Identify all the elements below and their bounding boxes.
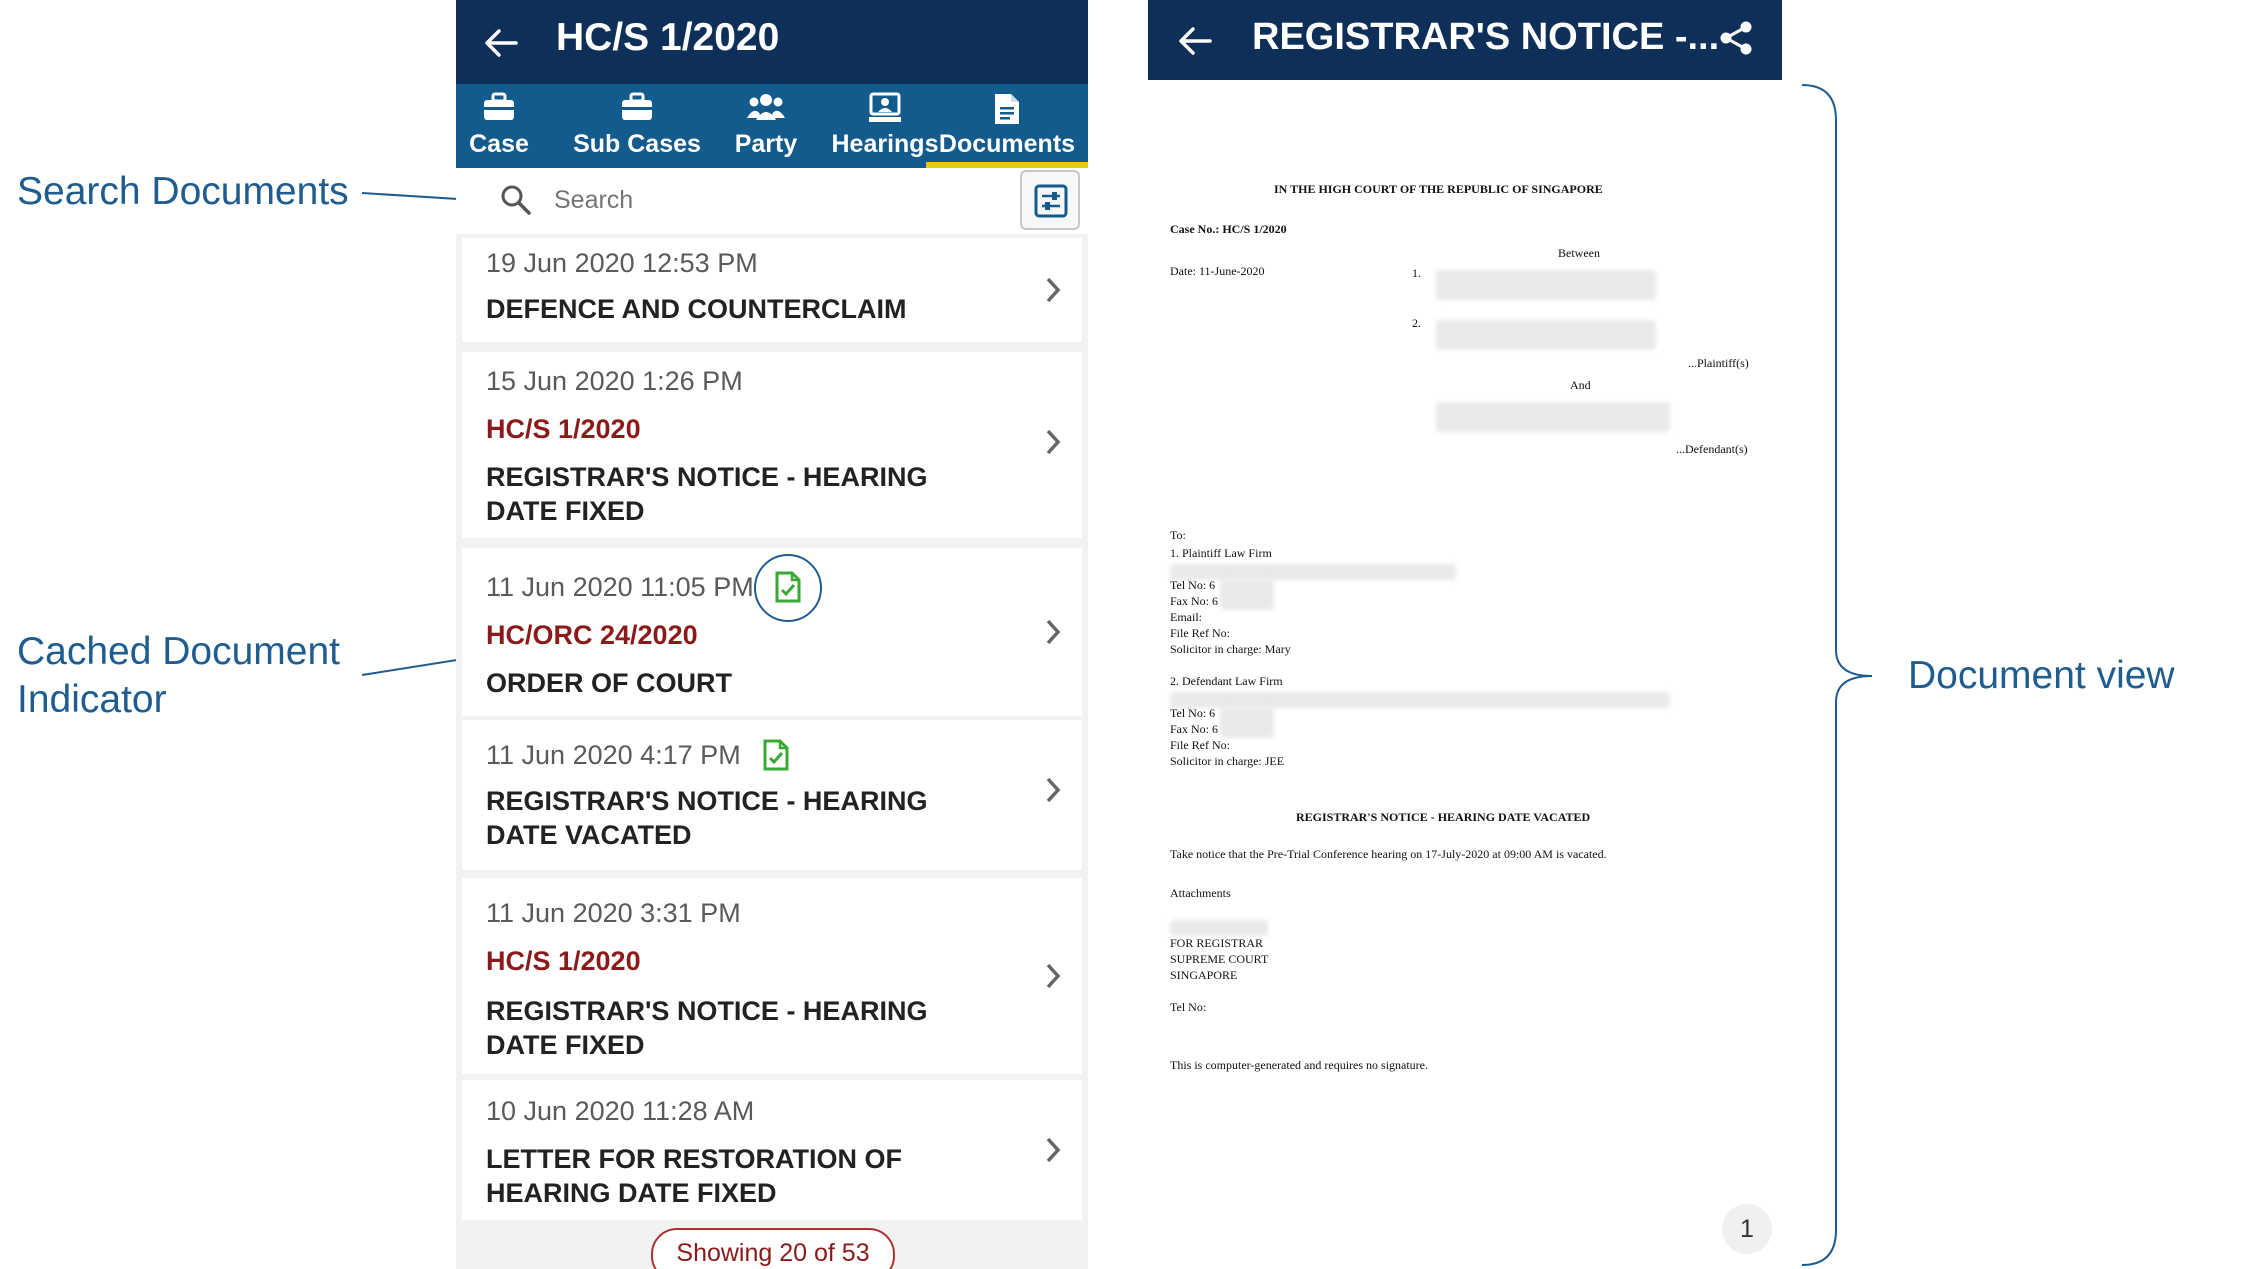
document-title: REGISTRAR'S NOTICE - HEARING DATE FIXED: [486, 462, 928, 526]
search-bar: [456, 168, 1088, 234]
document-view-brace: [1801, 84, 1873, 1266]
phone-document-viewer: REGISTRAR'S NOTICE -... IN THE HIGH COUR…: [1148, 0, 1782, 1269]
page-title: HC/S 1/2020: [556, 16, 780, 59]
document-date: 10 Jun 2020 11:28 AM: [486, 1096, 755, 1126]
chevron-right-icon: [1046, 1137, 1061, 1163]
search-input[interactable]: [552, 178, 992, 222]
doc-plaintiff-email: Email:: [1170, 610, 1202, 624]
doc-attachments: Attachments: [1170, 886, 1231, 900]
document-title: LETTER FOR RESTORATION OF HEARING DATE F…: [486, 1144, 902, 1208]
page-number-badge: 1: [1722, 1204, 1772, 1254]
document-page[interactable]: IN THE HIGH COURT OF THE REPUBLIC OF SIN…: [1148, 80, 1782, 1269]
chevron-right-icon: [1046, 429, 1061, 455]
document-title: REGISTRAR'S NOTICE - HEARING DATE VACATE…: [486, 786, 928, 850]
document-date: 15 Jun 2020 1:26 PM: [486, 366, 743, 396]
back-arrow-icon[interactable]: [1178, 26, 1212, 56]
document-title: REGISTRAR'S NOTICE - HEARING DATE FIXED: [486, 996, 928, 1060]
doc-body: Take notice that the Pre-Trial Conferenc…: [1170, 847, 1607, 861]
cached-document-icon: [763, 739, 789, 771]
cached-indicator-highlight: [754, 554, 822, 622]
redacted-text: [1220, 580, 1274, 610]
redacted-text: [1436, 270, 1656, 300]
doc-defendants: ...Defendant(s): [1676, 442, 1748, 456]
filter-settings-icon: [1034, 184, 1068, 218]
doc-plaintiff-firm: 1. Plaintiff Law Firm: [1170, 546, 1272, 560]
doc-to: To:: [1170, 528, 1186, 542]
chevron-right-icon: [1046, 777, 1061, 803]
doc-plaintiff-solicitor: Solicitor in charge: Mary: [1170, 642, 1291, 656]
document-date: 11 Jun 2020 11:05 PM: [486, 572, 754, 602]
doc-for-registrar: FOR REGISTRAR: [1170, 936, 1264, 950]
doc-plaintiff-tel: Tel No: 6: [1170, 578, 1216, 592]
document-title: REGISTRAR'S NOTICE -...: [1252, 16, 1720, 58]
briefcase-icon: [622, 92, 652, 120]
document-case-number: HC/ORC 24/2020: [486, 620, 698, 650]
doc-case-no: Case No.: HC/S 1/2020: [1170, 222, 1287, 236]
document-date: 11 Jun 2020 4:17 PM: [486, 740, 741, 770]
doc-defendant-firm: 2. Defendant Law Firm: [1170, 674, 1283, 688]
tab-label: Sub Cases: [573, 130, 701, 158]
doc-defendant-solicitor: Solicitor in charge: JEE: [1170, 754, 1285, 768]
doc-tel: Tel No:: [1170, 1000, 1207, 1014]
tab-case[interactable]: Case: [456, 84, 542, 168]
filter-button[interactable]: [1020, 170, 1080, 230]
cached-document-icon: [775, 571, 801, 603]
list-item[interactable]: 15 Jun 2020 1:26 PM HC/S 1/2020 REGISTRA…: [462, 352, 1082, 538]
tab-sub-cases[interactable]: Sub Cases: [552, 84, 722, 168]
doc-heading: REGISTRAR'S NOTICE - HEARING DATE VACATE…: [1296, 810, 1591, 824]
tab-label: Case: [469, 130, 529, 158]
doc-footer: This is computer-generated and requires …: [1170, 1058, 1429, 1072]
redacted-text: [1170, 692, 1670, 708]
document-title: DEFENCE AND COUNTERCLAIM: [486, 294, 907, 324]
redacted-text: [1170, 920, 1268, 936]
doc-plaintiffs: ...Plaintiff(s): [1688, 356, 1749, 370]
tab-label: Documents: [938, 130, 1076, 158]
tab-documents[interactable]: Documents: [926, 84, 1088, 168]
briefcase-icon: [484, 92, 514, 120]
doc-plaintiff-ref: File Ref No:: [1170, 626, 1230, 640]
share-icon[interactable]: [1718, 20, 1754, 56]
doc-plaintiff-fax: Fax No: 6: [1170, 594, 1218, 608]
redacted-text: [1436, 320, 1656, 350]
back-arrow-icon[interactable]: [484, 28, 518, 58]
chevron-right-icon: [1046, 619, 1061, 645]
document-case-number: HC/S 1/2020: [486, 414, 641, 444]
showing-count-badge: Showing 20 of 53: [651, 1228, 895, 1269]
doc-party-num: 1.: [1412, 266, 1421, 280]
doc-defendant-fax: Fax No: 6: [1170, 722, 1218, 736]
chevron-right-icon: [1046, 963, 1061, 989]
annotation-lines: [361, 84, 1873, 1266]
list-item[interactable]: 19 Jun 2020 12:53 PM DEFENCE AND COUNTER…: [462, 238, 1082, 342]
people-icon: [747, 94, 785, 120]
document-date: 19 Jun 2020 12:53 PM: [486, 248, 758, 278]
document-icon: [995, 94, 1019, 124]
doc-defendant-tel: Tel No: 6: [1170, 706, 1216, 720]
document-date: 11 Jun 2020 3:31 PM: [486, 898, 741, 928]
judge-icon: [869, 92, 901, 122]
doc-singapore: SINGAPORE: [1170, 968, 1238, 982]
phone-document-list: HC/S 1/2020 Case Sub Cases Party Hearing…: [456, 0, 1088, 1269]
doc-between: Between: [1558, 246, 1600, 260]
search-icon[interactable]: [500, 184, 532, 216]
viewer-header: REGISTRAR'S NOTICE -...: [1148, 0, 1782, 80]
doc-date: Date: 11-June-2020: [1170, 264, 1265, 278]
tab-bar: Case Sub Cases Party Hearings Documents: [456, 84, 1088, 168]
redacted-text: [1436, 402, 1670, 432]
doc-party-num: 2.: [1412, 316, 1421, 330]
doc-supreme-court: SUPREME COURT: [1170, 952, 1269, 966]
list-item[interactable]: 11 Jun 2020 4:17 PM REGISTRAR'S NOTICE -…: [462, 720, 1082, 870]
app-header: HC/S 1/2020: [456, 0, 1088, 84]
document-case-number: HC/S 1/2020: [486, 946, 641, 976]
list-item[interactable]: 10 Jun 2020 11:28 AM LETTER FOR RESTORAT…: [462, 1080, 1082, 1220]
list-item[interactable]: 11 Jun 2020 3:31 PM HC/S 1/2020 REGISTRA…: [462, 878, 1082, 1074]
chevron-right-icon: [1046, 277, 1061, 303]
document-title: ORDER OF COURT: [486, 668, 732, 698]
doc-court: IN THE HIGH COURT OF THE REPUBLIC OF SIN…: [1274, 182, 1603, 196]
doc-and: And: [1570, 378, 1591, 392]
redacted-text: [1220, 708, 1274, 738]
doc-defendant-ref: File Ref No:: [1170, 738, 1230, 752]
